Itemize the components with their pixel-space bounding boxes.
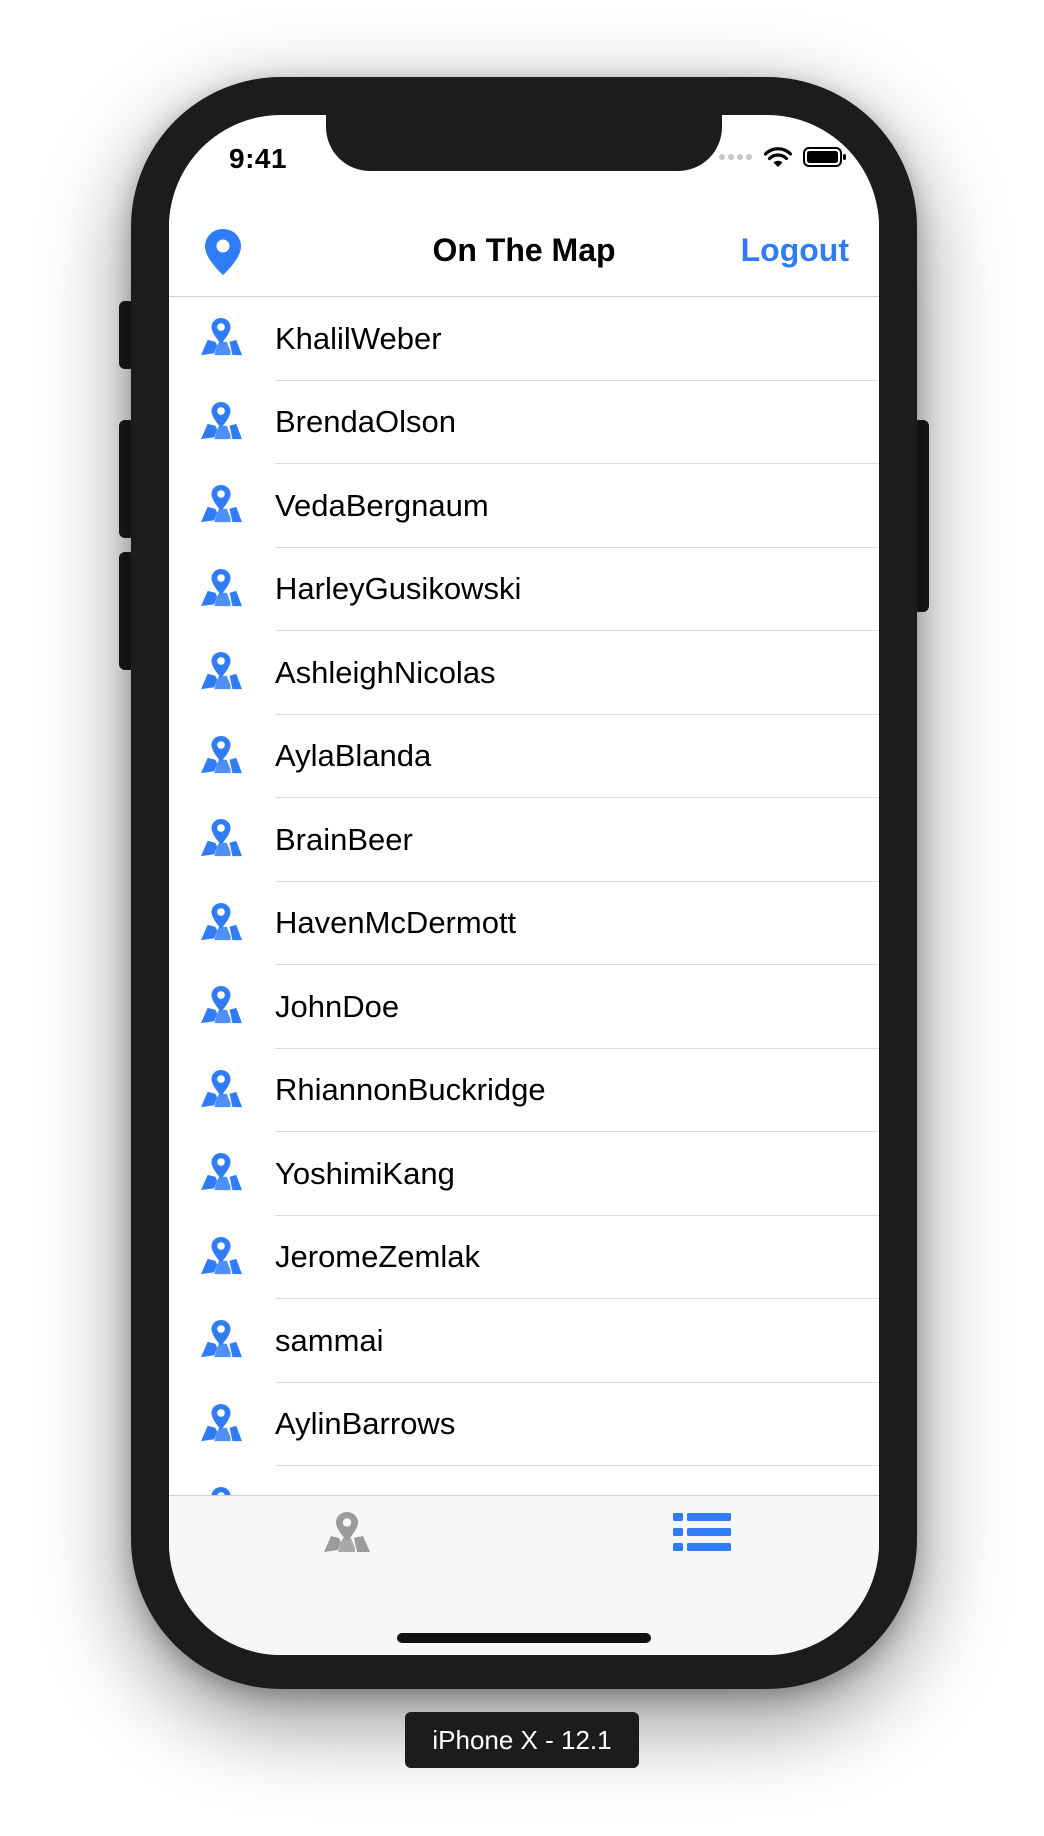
list-item[interactable]: AshleighNicolas bbox=[169, 631, 879, 715]
logout-button[interactable]: Logout bbox=[741, 232, 849, 269]
map-tab-icon[interactable] bbox=[321, 1510, 373, 1554]
student-location-icon bbox=[201, 401, 242, 439]
student-location-icon bbox=[201, 818, 242, 857]
student-location-icon bbox=[201, 902, 242, 940]
student-location-icon bbox=[201, 317, 242, 356]
notch bbox=[326, 115, 722, 171]
student-name: AylinBarrows bbox=[275, 1406, 456, 1442]
navigation-bar: On The Map Logout bbox=[169, 208, 879, 297]
status-time: 9:41 bbox=[229, 143, 288, 174]
list-item[interactable]: HarleyGusikowski bbox=[169, 548, 879, 631]
student-name: BrendaOlson bbox=[275, 404, 456, 440]
list-item[interactable]: BrendaOlson bbox=[169, 381, 879, 464]
wifi-icon bbox=[763, 147, 793, 167]
battery-icon bbox=[803, 147, 846, 167]
list-item[interactable]: JeromeZemlak bbox=[169, 1216, 879, 1299]
tab-bar bbox=[169, 1495, 879, 1655]
student-location-icon bbox=[201, 1152, 242, 1191]
student-name: JeromeZemlak bbox=[275, 1239, 480, 1275]
student-location-icon bbox=[201, 484, 242, 523]
signal-icon bbox=[719, 154, 752, 160]
student-location-icon bbox=[201, 1236, 242, 1274]
device-label: iPhone X - 12.1 bbox=[405, 1712, 639, 1768]
student-name: KhalilWeber bbox=[275, 320, 442, 356]
student-location-icon bbox=[201, 1069, 242, 1107]
list-item[interactable]: HavenMcDermott bbox=[169, 882, 879, 965]
list-item[interactable]: JohnDoe bbox=[169, 965, 879, 1049]
list-item[interactable]: VedaBergnaum bbox=[169, 464, 879, 548]
student-name: JohnDoe bbox=[275, 988, 400, 1024]
student-name: AshleighNicolas bbox=[275, 654, 496, 690]
list-item[interactable]: KhalilWeber bbox=[169, 297, 879, 381]
student-location-icon bbox=[201, 985, 242, 1024]
student-location-icon bbox=[201, 735, 242, 773]
list-item[interactable]: RhiannonBuckridge bbox=[169, 1049, 879, 1132]
list-item[interactable]: sammai bbox=[169, 1299, 879, 1383]
student-name: RhiannonBuckridge bbox=[275, 1072, 546, 1108]
student-name: sammai bbox=[275, 1322, 384, 1358]
student-name: VedaBergnaum bbox=[275, 487, 489, 523]
list-item[interactable]: YoshimiKang bbox=[169, 1132, 879, 1216]
phone-screen: 9:41 On The Map Logout KhalilWeber Brenda… bbox=[169, 115, 879, 1655]
home-indicator[interactable] bbox=[397, 1633, 651, 1643]
list-item[interactable]: AylaBlanda bbox=[169, 715, 879, 798]
student-location-icon bbox=[201, 568, 242, 606]
student-location-icon bbox=[201, 1403, 242, 1441]
student-location-icon bbox=[201, 1319, 242, 1358]
list-item[interactable]: BrainBeer bbox=[169, 798, 879, 882]
student-name: HarleyGusikowski bbox=[275, 571, 522, 607]
list-tab-icon[interactable] bbox=[673, 1510, 731, 1554]
list-item[interactable]: AylinBarrows bbox=[169, 1383, 879, 1466]
student-name: AylaBlanda bbox=[275, 738, 432, 774]
student-name: HavenMcDermott bbox=[275, 905, 517, 941]
student-name: BrainBeer bbox=[275, 821, 413, 857]
student-name: YoshimiKang bbox=[275, 1155, 455, 1191]
student-list: KhalilWeber BrendaOlson VedaBergnaum Harley… bbox=[169, 297, 879, 1613]
student-location-icon bbox=[201, 651, 242, 690]
status-indicators bbox=[719, 145, 847, 169]
